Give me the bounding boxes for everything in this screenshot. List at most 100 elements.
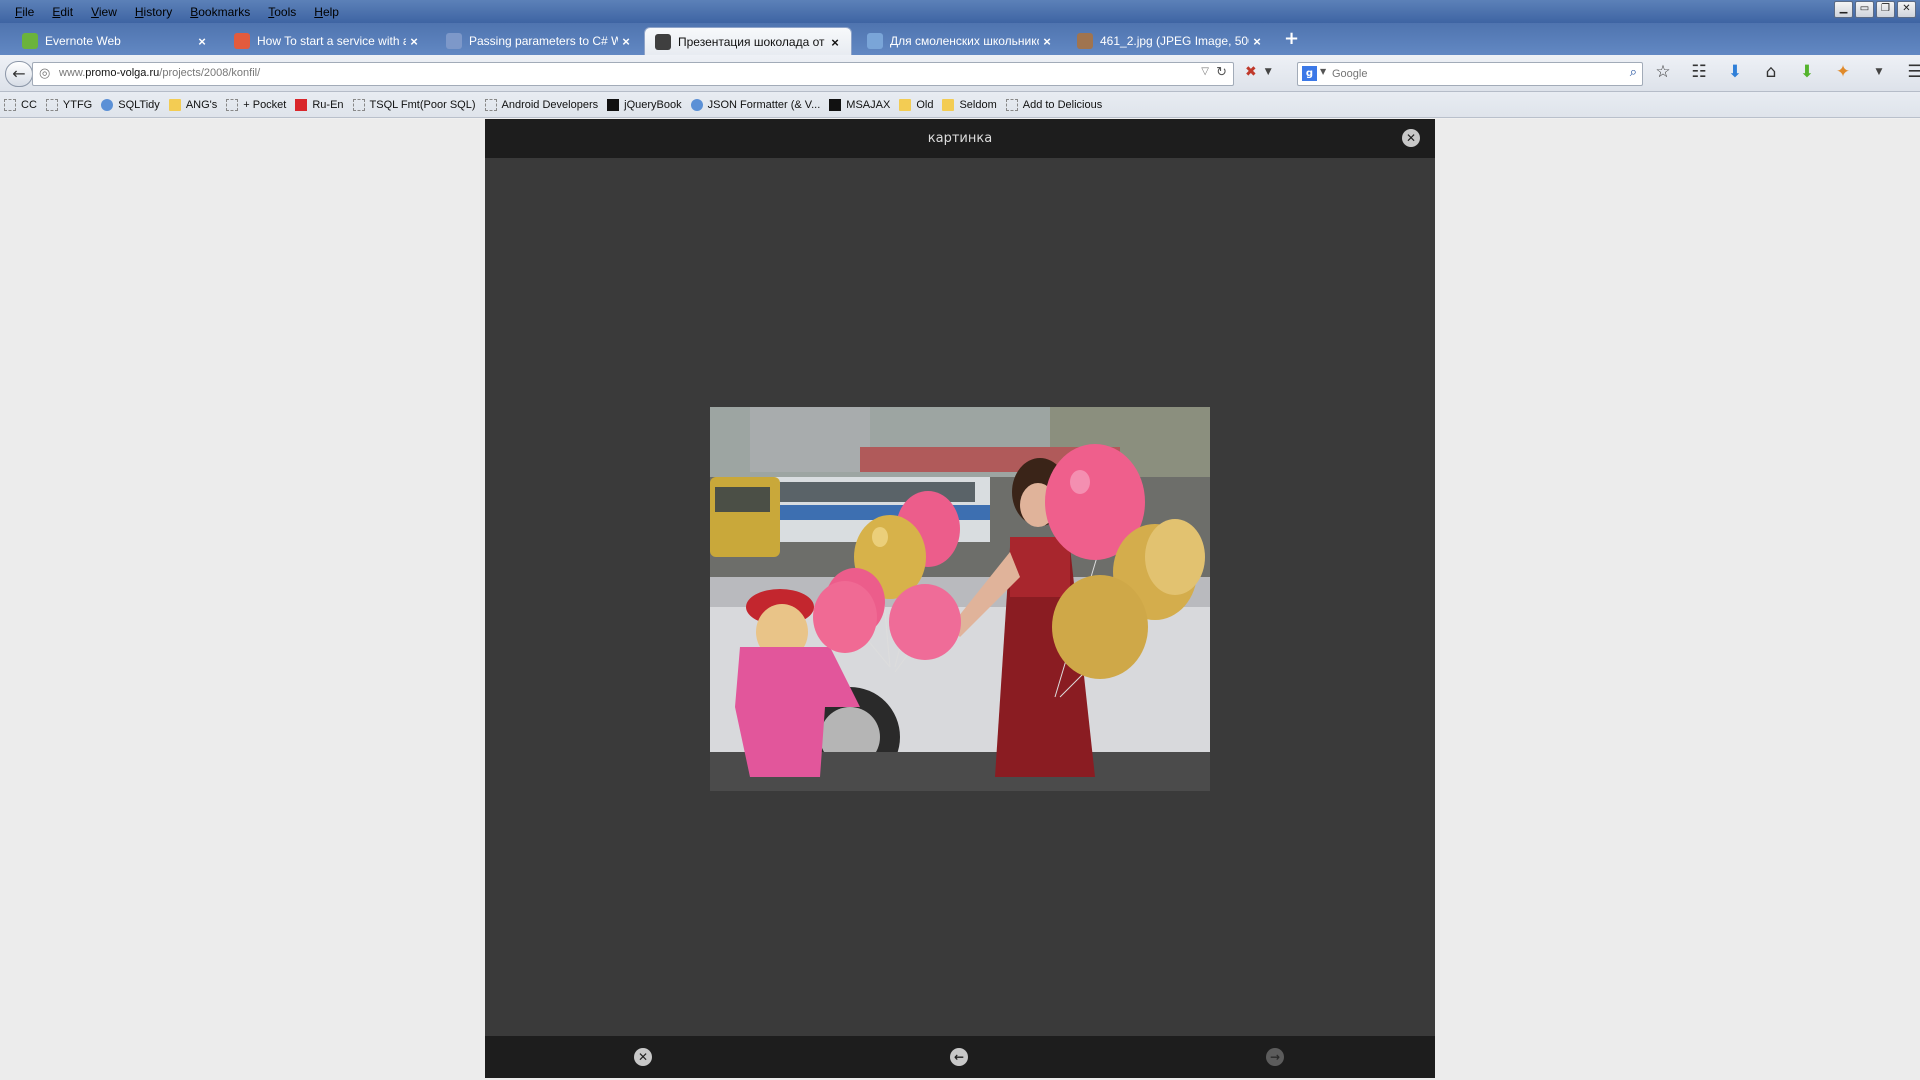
url-bar[interactable]: ◎ www.promo-volga.ru/projects/2008/konfi… [32,62,1234,86]
browser-tab[interactable]: Passing parameters to C# Wi...× [436,27,642,55]
window-titlebar: File Edit View History Bookmarks Tools H… [0,0,1920,23]
tab-close-icon[interactable]: × [1249,34,1265,49]
browser-tab[interactable]: Презентация шоколада от ... × [644,27,852,56]
lightbox-header: картинка ✕ [485,119,1435,158]
bookmark-item[interactable]: Ru-En [295,98,344,111]
next-arrow-icon[interactable]: → [1266,1048,1284,1066]
hamburger-menu-icon[interactable]: ☰ [1904,62,1920,82]
addon-dropdown-icon[interactable]: ▼ [1265,64,1272,80]
bookmark-item[interactable]: SQLTidy [101,98,160,111]
back-button[interactable]: ← [5,61,33,87]
addon-download-icon[interactable]: ⬇ [1796,62,1818,82]
bookmark-label: MSAJAX [846,98,891,111]
navigation-toolbar: ← ◎ www.promo-volga.ru/projects/2008/kon… [0,55,1920,92]
restore-button[interactable]: ▭ [1855,1,1874,18]
bookmark-label: jQueryBook [624,98,682,111]
bookmark-icon [352,98,365,111]
url-prefix: www. [59,67,86,79]
search-icon[interactable]: ⌕ [1630,65,1637,80]
url-history-dropdown-icon[interactable]: ▽ [1201,66,1209,77]
image-icon [1077,33,1093,49]
bookmark-star-icon[interactable]: ☆ [1652,62,1674,82]
bookmark-icon [690,98,703,111]
bookmark-item[interactable]: ANG's [168,98,217,111]
bookmark-label: JSON Formatter (& V... [707,98,821,111]
tab-close-icon[interactable]: × [827,35,843,50]
photo [710,407,1210,791]
addon-menu-arrow-icon[interactable]: ▼ [1868,67,1890,77]
menu-history[interactable]: History [126,3,181,21]
menu-tools[interactable]: Tools [259,3,305,21]
menu-bookmarks[interactable]: Bookmarks [181,3,259,21]
bookmark-icon [295,98,308,111]
maximize-button[interactable]: ❐ [1876,1,1895,18]
footer-close-icon[interactable]: ✕ [634,1048,652,1066]
close-window-button[interactable]: ✕ [1897,1,1916,18]
tab-title: Для смоленских школьнико... [890,34,1039,48]
tab-close-icon[interactable]: × [618,34,634,49]
addon-icons: ✖ ▼ [1245,64,1272,80]
engine-dropdown-icon[interactable]: ▼ [1320,67,1326,76]
bookmark-item[interactable]: TSQL Fmt(Poor SQL) [352,98,476,111]
menu-file[interactable]: File [6,3,43,21]
reload-icon[interactable]: ↻ [1216,65,1227,80]
tab-close-icon[interactable]: × [1039,34,1055,49]
google-engine-icon[interactable]: g [1302,66,1317,81]
browser-tab[interactable]: Evernote Web × [12,27,218,55]
menu-help[interactable]: Help [305,3,348,21]
bookmark-label: YTFG [62,98,93,111]
bookmark-label: Old [916,98,934,111]
bookmarks-menu-icon[interactable]: ☷ [1688,62,1710,82]
bookmark-icon [226,98,239,111]
bookmark-item[interactable]: Seldom [942,98,997,111]
bookmarks-toolbar: CC YTFG SQLTidy ANG's + Pocket Ru-En TSQL Fmt(… [0,92,1920,118]
url-host: promo-volga.ru [85,67,160,79]
tab-title: Passing parameters to C# Wi... [469,34,618,48]
bookmark-item[interactable]: + Pocket [226,98,286,111]
tab-close-icon[interactable]: × [406,34,422,49]
menu-bar: File Edit View History Bookmarks Tools H… [6,3,348,21]
bookmark-icon [829,98,842,111]
bookmark-item[interactable]: jQueryBook [607,98,682,111]
browser-tab[interactable]: Для смоленских школьнико... × [857,27,1063,55]
menu-edit[interactable]: Edit [43,3,82,21]
lightbox-footer: ✕ ← → [485,1036,1435,1078]
search-input[interactable] [1330,65,1614,83]
bookmark-item[interactable]: JSON Formatter (& V... [690,98,821,111]
toolbar-buttons: ☆ ☷ ⬇ ⌂ ⬇ ✦ ▼ ☰ [1652,62,1920,82]
url-text[interactable]: www.promo-volga.ru/projects/2008/konfil/ [59,67,260,79]
bookmark-icon [607,98,620,111]
page-content: картинка ✕ ✕ ← → [0,119,1920,1080]
tab-title: 461_2.jpg (JPEG Image, 500 ... [1100,34,1249,48]
page-icon [655,34,671,50]
folder-icon [942,98,955,111]
new-tab-button[interactable]: + [1284,28,1299,49]
folder-icon [168,98,181,111]
minimize-button[interactable]: ▁ [1834,1,1853,18]
bookmark-item[interactable]: Old [899,98,934,111]
downloads-icon[interactable]: ⬇ [1724,62,1746,82]
browser-tab[interactable]: 461_2.jpg (JPEG Image, 500 ...× [1067,27,1273,55]
bookmark-item[interactable]: Add to Delicious [1005,98,1103,111]
browser-tab[interactable]: How To start a service with a ...× [224,27,430,55]
bookmark-item[interactable]: CC [4,98,37,111]
search-bar[interactable]: g ▼ ⌕ [1297,62,1643,86]
bookmark-icon [101,98,114,111]
bookmark-label: SQLTidy [118,98,160,111]
bookmark-item[interactable]: YTFG [45,98,93,111]
joomla-icon [234,33,250,49]
globe-icon: ◎ [39,66,51,81]
lightbox-close-icon[interactable]: ✕ [1402,129,1420,147]
tab-title: How To start a service with a ... [257,34,406,48]
bookmark-item[interactable]: MSAJAX [829,98,891,111]
tab-close-icon[interactable]: × [194,34,210,49]
home-icon[interactable]: ⌂ [1760,62,1782,82]
bookmark-item[interactable]: Android Developers [484,98,598,111]
previous-arrow-icon[interactable]: ← [950,1048,968,1066]
bookmark-label: Add to Delicious [1022,98,1103,111]
addon-block-icon[interactable]: ✖ [1245,64,1257,80]
addon-puzzle-icon[interactable]: ✦ [1832,62,1854,82]
bookmark-icon [1005,98,1018,111]
folder-icon [899,98,912,111]
menu-view[interactable]: View [82,3,126,21]
